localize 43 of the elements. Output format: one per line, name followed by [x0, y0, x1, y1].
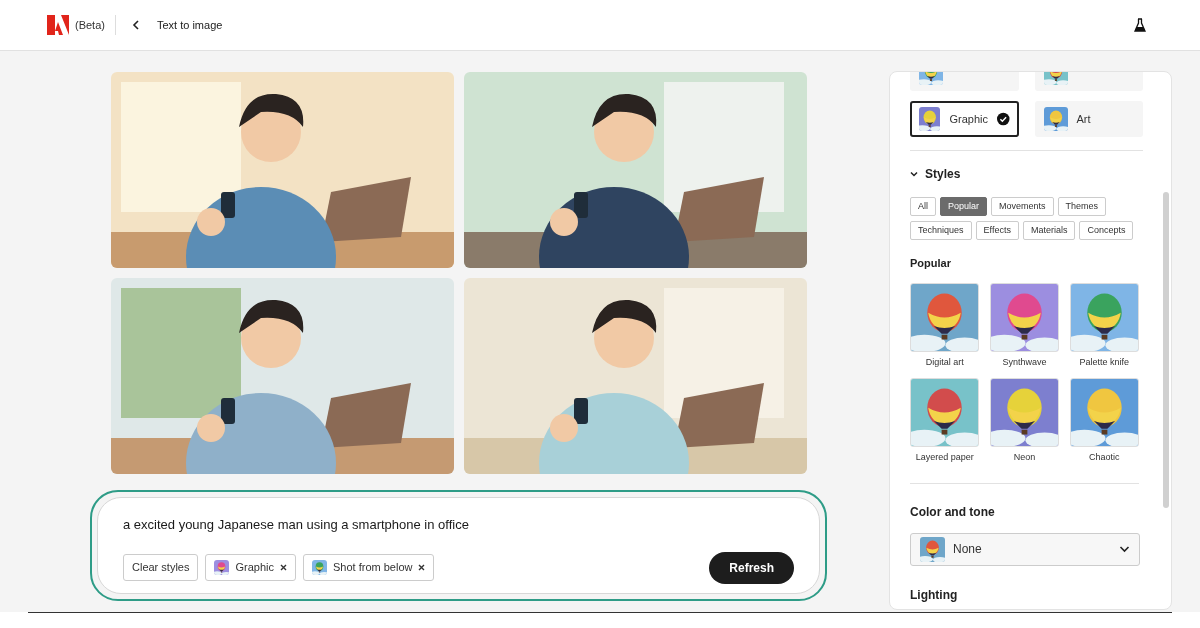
chevron-down-icon: [1119, 545, 1130, 553]
flask-icon[interactable]: [1134, 18, 1146, 32]
style-thumbnail[interactable]: [910, 378, 980, 447]
style-label: Palette knife: [1079, 355, 1129, 369]
chevron-down-icon: [910, 170, 918, 178]
style-label: Layered paper: [915, 451, 974, 464]
scrollbar-thumb[interactable]: [1163, 192, 1169, 508]
color-tone-dropdown[interactable]: None: [910, 532, 1140, 566]
style-label: Neon: [1013, 451, 1036, 464]
style-filter-tab[interactable]: Popular: [940, 197, 988, 216]
style-thumbnail[interactable]: [1069, 282, 1139, 352]
style-filter-tab[interactable]: All: [910, 197, 936, 216]
style-thumbnail[interactable]: [910, 282, 980, 352]
close-icon[interactable]: [280, 564, 287, 571]
style-filter-tab[interactable]: Concepts: [1079, 221, 1134, 240]
style-filter-tab[interactable]: Techniques: [910, 221, 972, 240]
section-heading: Popular: [910, 256, 952, 271]
style-thumbnail[interactable]: [990, 378, 1059, 447]
prompt-input[interactable]: a excited young Japanese man using a smartphone in office: [123, 515, 794, 535]
page-title: Text to image: [156, 17, 223, 33]
style-filter-tab[interactable]: Movements: [991, 197, 1054, 216]
refresh-button[interactable]: Refresh: [709, 551, 794, 584]
logo-icon: [47, 15, 69, 35]
beta-label: (Beta): [75, 17, 105, 33]
checkmark-icon: [997, 112, 1010, 126]
style-label: Chaotic: [1088, 451, 1120, 464]
close-icon[interactable]: [418, 564, 426, 571]
style-thumbnail[interactable]: [1069, 378, 1139, 447]
styles-section-toggle[interactable]: Styles: [910, 165, 961, 183]
chevron-left-icon: [131, 20, 140, 30]
section-heading: Lighting: [910, 586, 959, 604]
style-filter-tab[interactable]: Themes: [1057, 197, 1107, 216]
style-filter-tab[interactable]: Materials: [1022, 221, 1076, 240]
style-tag[interactable]: Shot from below: [303, 554, 435, 581]
section-heading: Color and tone: [910, 503, 996, 521]
style-filter-tab[interactable]: Effects: [975, 221, 1019, 240]
style-label: Digital art: [925, 355, 964, 369]
clear-styles-button[interactable]: Clear styles: [123, 554, 199, 581]
style-thumbnail[interactable]: [990, 282, 1059, 352]
style-label: Synthwave: [1002, 355, 1047, 369]
content-type-option[interactable]: Graphic: [910, 101, 1019, 137]
content-type-option[interactable]: Art: [1034, 101, 1143, 137]
style-tag[interactable]: Graphic: [205, 554, 296, 581]
